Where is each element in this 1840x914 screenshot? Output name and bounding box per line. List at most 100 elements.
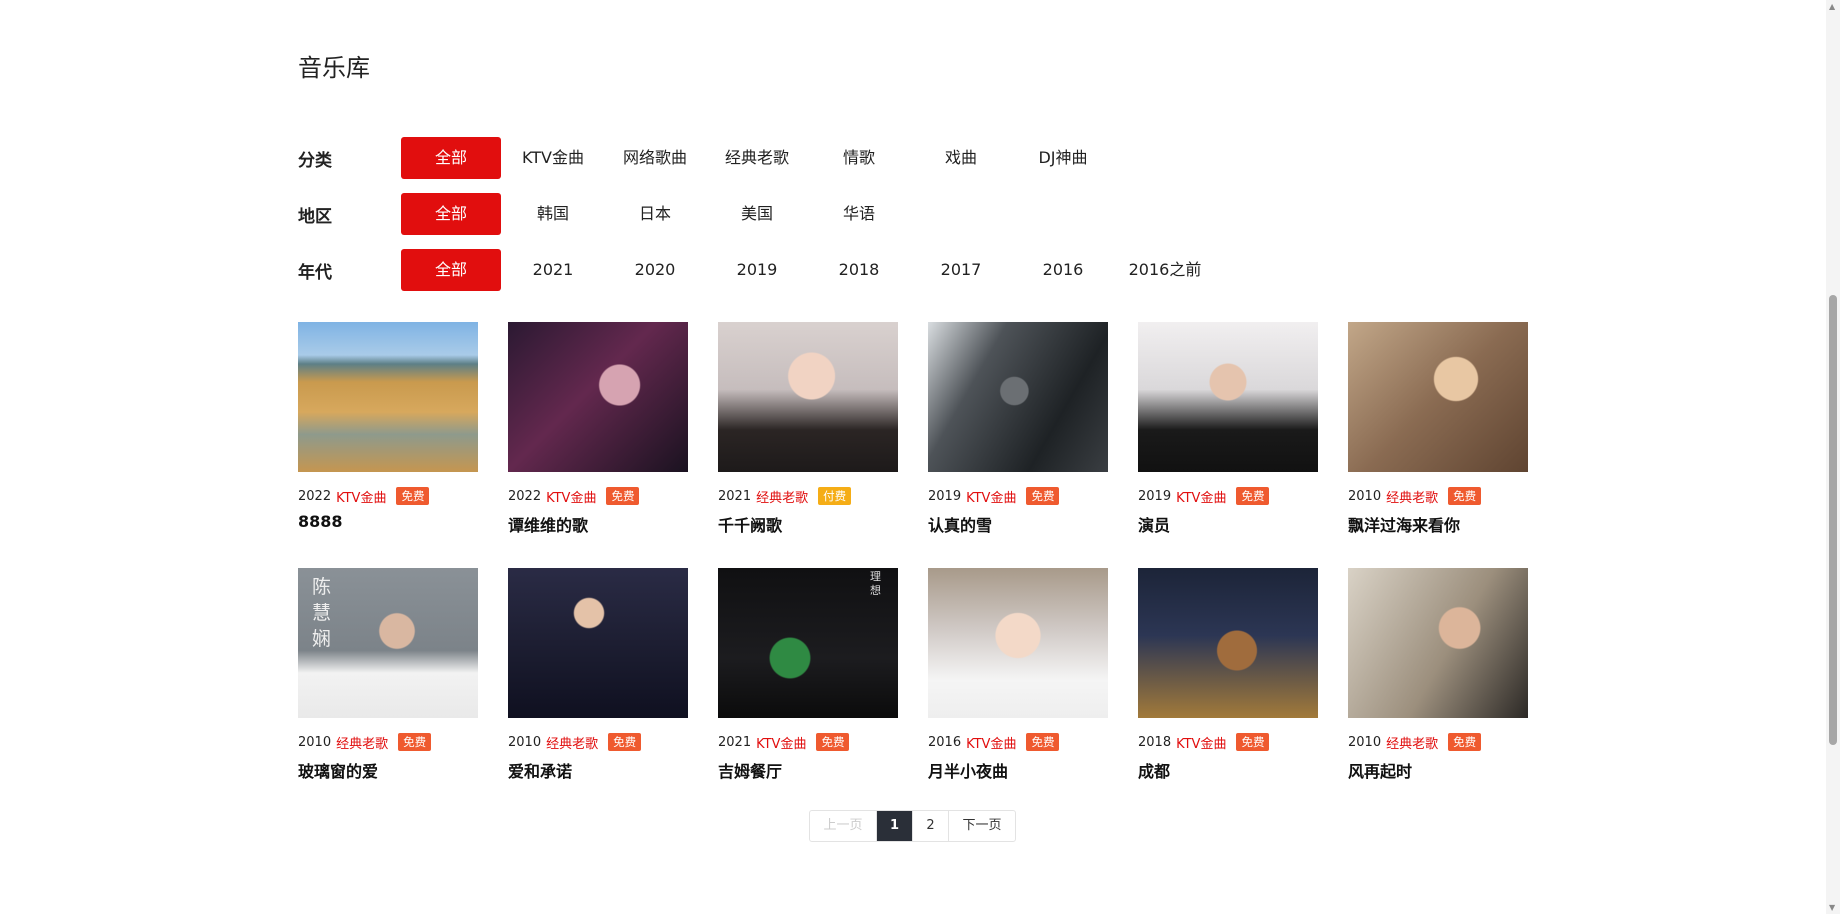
song-year: 2016 xyxy=(928,734,962,750)
filter-region-option[interactable]: 日本 xyxy=(605,193,705,235)
song-card[interactable]: 2019 KTV金曲 免费 演员 xyxy=(1138,322,1318,535)
song-title[interactable]: 认真的雪 xyxy=(928,512,1108,536)
filter-era-option[interactable]: 2018 xyxy=(809,249,909,291)
song-year: 2021 xyxy=(718,488,752,504)
cover-text: 陈慧娴 xyxy=(312,576,332,650)
song-year: 2022 xyxy=(298,488,332,504)
filter-region-option[interactable]: 韩国 xyxy=(503,193,603,235)
filter-era-option[interactable]: 2017 xyxy=(911,249,1011,291)
page-number-button[interactable]: 1 xyxy=(877,811,913,841)
song-category: 经典老歌 xyxy=(1386,490,1439,506)
price-badge: 免费 xyxy=(396,487,430,505)
song-category: 经典老歌 xyxy=(1386,736,1439,752)
song-title[interactable]: 8888 xyxy=(298,512,478,531)
filter-era-option[interactable]: 全部 xyxy=(401,249,501,291)
song-category: KTV金曲 xyxy=(966,490,1017,506)
vertical-scrollbar[interactable]: ▲ ▼ xyxy=(1826,0,1840,914)
song-card[interactable]: 2021 经典老歌 付费 千千阙歌 xyxy=(718,322,898,535)
filter-category-option[interactable]: 情歌 xyxy=(809,137,909,179)
price-badge: 免费 xyxy=(1448,487,1482,505)
price-badge: 付费 xyxy=(818,487,852,505)
filter-category-option[interactable]: 全部 xyxy=(401,137,501,179)
song-cover-image[interactable] xyxy=(1138,568,1318,718)
song-card[interactable]: 2018 KTV金曲 免费 成都 xyxy=(1138,568,1318,781)
filter-era: 年代 全部 2021 2020 2019 2018 2017 2016 2016… xyxy=(298,249,1217,291)
song-year: 2021 xyxy=(718,734,752,750)
song-cover-image[interactable] xyxy=(928,322,1108,472)
song-card[interactable]: 2010 经典老歌 免费 风再起时 xyxy=(1348,568,1528,781)
song-cover-image[interactable] xyxy=(508,322,688,472)
song-card[interactable]: 陈慧娴 2010 经典老歌 免费 玻璃窗的爱 xyxy=(298,568,478,781)
price-badge: 免费 xyxy=(608,733,642,751)
song-category: 经典老歌 xyxy=(336,736,389,752)
song-title[interactable]: 月半小夜曲 xyxy=(928,758,1108,782)
song-category: 经典老歌 xyxy=(546,736,599,752)
song-cover-image[interactable] xyxy=(1348,568,1528,718)
filter-category-option[interactable]: 戏曲 xyxy=(911,137,1011,179)
filter-era-option[interactable]: 2016 xyxy=(1013,249,1113,291)
song-title[interactable]: 演员 xyxy=(1138,512,1318,536)
page-title: 音乐库 xyxy=(298,54,370,82)
filter-category-option[interactable]: 网络歌曲 xyxy=(605,137,705,179)
song-year: 2010 xyxy=(1348,488,1382,504)
scroll-up-icon[interactable]: ▲ xyxy=(1829,2,1835,11)
song-card[interactable]: 理想 2021 KTV金曲 免费 吉姆餐厅 xyxy=(718,568,898,781)
filter-category-label: 分类 xyxy=(298,150,332,171)
song-title[interactable]: 吉姆餐厅 xyxy=(718,758,898,782)
next-page-button[interactable]: 下一页 xyxy=(949,811,1015,841)
song-category: KTV金曲 xyxy=(756,736,807,752)
filter-region: 地区 全部 韩国 日本 美国 华语 xyxy=(298,193,911,235)
song-title[interactable]: 爱和承诺 xyxy=(508,758,688,782)
song-year: 2018 xyxy=(1138,734,1172,750)
filter-era-option[interactable]: 2020 xyxy=(605,249,705,291)
song-card[interactable]: 2019 KTV金曲 免费 认真的雪 xyxy=(928,322,1108,535)
song-cover-image[interactable] xyxy=(1348,322,1528,472)
page-number-button[interactable]: 2 xyxy=(913,811,949,841)
filter-category: 分类 全部 KTV金曲 网络歌曲 经典老歌 情歌 戏曲 DJ神曲 xyxy=(298,137,1115,179)
price-badge: 免费 xyxy=(1448,733,1482,751)
song-category: KTV金曲 xyxy=(546,490,597,506)
filter-era-option[interactable]: 2021 xyxy=(503,249,603,291)
song-title[interactable]: 成都 xyxy=(1138,758,1318,782)
price-badge: 免费 xyxy=(1026,487,1060,505)
song-cover-image[interactable] xyxy=(718,322,898,472)
filter-region-label: 地区 xyxy=(298,206,332,227)
song-cover-image[interactable]: 陈慧娴 xyxy=(298,568,478,718)
song-category: KTV金曲 xyxy=(966,736,1017,752)
filter-category-option[interactable]: KTV金曲 xyxy=(503,137,603,179)
song-card[interactable]: 2010 经典老歌 免费 爱和承诺 xyxy=(508,568,688,781)
song-title[interactable]: 千千阙歌 xyxy=(718,512,898,536)
song-cover-image[interactable]: 理想 xyxy=(718,568,898,718)
pagination: 上一页 1 2 下一页 xyxy=(809,810,1016,842)
song-cover-image[interactable] xyxy=(928,568,1108,718)
song-category: KTV金曲 xyxy=(1176,490,1227,506)
song-title[interactable]: 谭维维的歌 xyxy=(508,512,688,536)
filter-category-option[interactable]: 经典老歌 xyxy=(707,137,807,179)
song-cover-image[interactable] xyxy=(1138,322,1318,472)
price-badge: 免费 xyxy=(1236,487,1270,505)
song-year: 2019 xyxy=(1138,488,1172,504)
song-card[interactable]: 2022 KTV金曲 免费 谭维维的歌 xyxy=(508,322,688,535)
filter-era-option[interactable]: 2019 xyxy=(707,249,807,291)
song-title[interactable]: 风再起时 xyxy=(1348,758,1528,782)
song-card[interactable]: 2010 经典老歌 免费 飘洋过海来看你 xyxy=(1348,322,1528,535)
song-year: 2022 xyxy=(508,488,542,504)
scrollbar-thumb[interactable] xyxy=(1829,295,1837,745)
filter-region-option[interactable]: 华语 xyxy=(809,193,909,235)
song-card[interactable]: 2016 KTV金曲 免费 月半小夜曲 xyxy=(928,568,1108,781)
song-category: 经典老歌 xyxy=(756,490,809,506)
song-card[interactable]: 2022 KTV金曲 免费 8888 xyxy=(298,322,478,531)
song-year: 2010 xyxy=(1348,734,1382,750)
filter-region-option[interactable]: 美国 xyxy=(707,193,807,235)
song-category: KTV金曲 xyxy=(1176,736,1227,752)
filter-region-option[interactable]: 全部 xyxy=(401,193,501,235)
scroll-down-icon[interactable]: ▼ xyxy=(1829,903,1835,912)
song-cover-image[interactable] xyxy=(508,568,688,718)
prev-page-button[interactable]: 上一页 xyxy=(810,811,877,841)
song-cover-image[interactable] xyxy=(298,322,478,472)
filter-era-option[interactable]: 2016之前 xyxy=(1115,249,1215,291)
song-title[interactable]: 飘洋过海来看你 xyxy=(1348,512,1528,536)
price-badge: 免费 xyxy=(606,487,640,505)
filter-category-option[interactable]: DJ神曲 xyxy=(1013,137,1113,179)
song-title[interactable]: 玻璃窗的爱 xyxy=(298,758,478,782)
